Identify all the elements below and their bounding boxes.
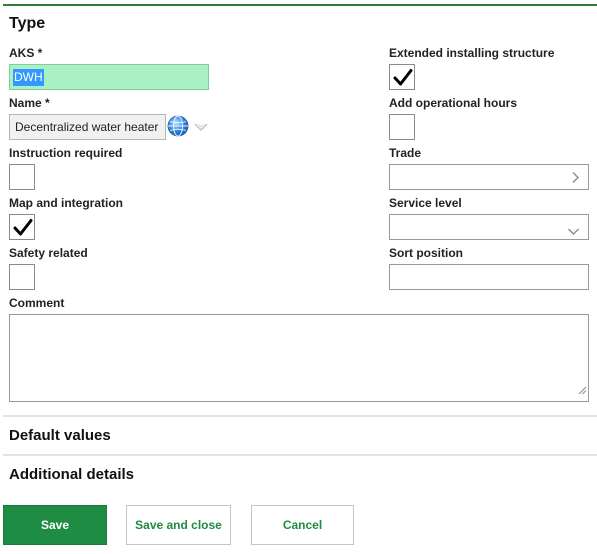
add-operational-hours-label: Add operational hours	[389, 96, 518, 110]
comment-textarea[interactable]	[9, 314, 589, 402]
save-and-close-button[interactable]: Save and close	[126, 505, 231, 545]
safety-related-label: Safety related	[9, 246, 88, 260]
trade-label: Trade	[389, 146, 422, 160]
add-operational-hours-checkbox[interactable]	[389, 114, 415, 140]
instruction-required-label: Instruction required	[9, 146, 123, 160]
aks-input[interactable]: DWH	[9, 64, 209, 90]
checkmark-icon	[13, 219, 33, 236]
resize-grip-icon[interactable]	[578, 382, 587, 400]
name-label: Name *	[9, 96, 50, 110]
divider	[3, 454, 597, 456]
comment-label: Comment	[9, 296, 65, 310]
extended-installing-structure-label: Extended installing structure	[389, 46, 555, 60]
chevron-right-icon	[571, 171, 580, 189]
globe-icon[interactable]	[167, 115, 189, 137]
section-title-type: Type	[9, 15, 46, 32]
aks-input-value: DWH	[13, 69, 44, 86]
chevron-down-icon[interactable]	[193, 119, 209, 132]
aks-label: AKS *	[9, 46, 43, 60]
cancel-button[interactable]: Cancel	[251, 505, 354, 545]
section-title-default-values[interactable]: Default values	[9, 427, 111, 444]
safety-related-checkbox[interactable]	[9, 264, 35, 290]
divider	[3, 415, 597, 417]
sort-position-input[interactable]	[389, 264, 589, 290]
sort-position-label: Sort position	[389, 246, 463, 260]
service-level-label: Service level	[389, 196, 462, 210]
map-and-integration-label: Map and integration	[9, 196, 123, 210]
chevron-down-icon	[567, 223, 580, 241]
checkmark-icon	[393, 69, 413, 86]
save-button[interactable]: Save	[3, 505, 107, 545]
service-level-select[interactable]	[389, 214, 589, 240]
map-and-integration-checkbox[interactable]	[9, 214, 35, 240]
extended-installing-structure-checkbox[interactable]	[389, 64, 415, 90]
name-input[interactable]: Decentralized water heater	[9, 114, 166, 140]
instruction-required-checkbox[interactable]	[9, 164, 35, 190]
top-accent-line	[3, 4, 597, 6]
trade-selector[interactable]	[389, 164, 589, 190]
section-title-additional-details[interactable]: Additional details	[9, 466, 134, 483]
